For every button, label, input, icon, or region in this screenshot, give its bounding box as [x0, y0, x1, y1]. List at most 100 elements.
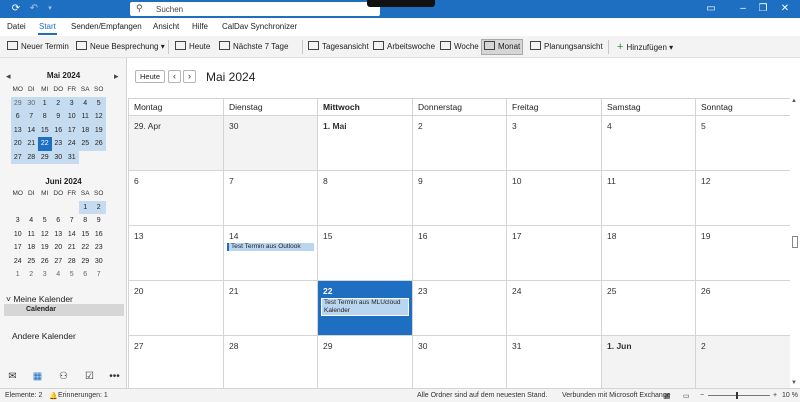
mini-cal-day[interactable]: 26: [38, 255, 52, 269]
mini-cal-day[interactable]: 22: [79, 241, 93, 255]
mini-cal-day[interactable]: 4: [52, 268, 66, 282]
mini-cal-day[interactable]: 16: [92, 228, 106, 242]
mini-cal-day[interactable]: 1: [78, 200, 92, 214]
day-cell[interactable]: 10: [506, 170, 601, 225]
mini-cal-day[interactable]: 27: [11, 150, 25, 164]
day-cell[interactable]: 5: [695, 115, 790, 170]
day-cell[interactable]: 12: [695, 170, 790, 225]
zoom-out-icon[interactable]: −: [700, 392, 704, 399]
day-cell[interactable]: 4: [601, 115, 695, 170]
undo-icon[interactable]: ↶: [28, 3, 40, 15]
mini-cal-day[interactable]: 14: [65, 228, 79, 242]
mini-cal-day[interactable]: 29: [11, 96, 25, 110]
next-7-days-button[interactable]: Nächste 7 Tage: [219, 40, 288, 54]
customize-chevron-icon[interactable]: ▾: [44, 3, 56, 15]
day-cell[interactable]: 14 Test Termin aus Outlook: [223, 225, 317, 280]
restore-icon[interactable]: ❐: [756, 2, 770, 16]
day-cell[interactable]: 7: [223, 170, 317, 225]
today-button[interactable]: Heute: [135, 70, 165, 83]
mini-cal-day[interactable]: 17: [65, 123, 79, 137]
day-cell[interactable]: 20: [128, 280, 223, 335]
day-cell[interactable]: 29. Apr: [128, 115, 223, 170]
mini-cal-day[interactable]: 30: [92, 255, 106, 269]
day-cell[interactable]: 17: [506, 225, 601, 280]
mini-cal-day[interactable]: 20: [11, 137, 25, 151]
day-cell[interactable]: 18: [601, 225, 695, 280]
scroll-thumb[interactable]: [792, 236, 798, 248]
day-cell[interactable]: 28: [223, 335, 317, 390]
scroll-up-icon[interactable]: ▲: [791, 98, 797, 104]
mini-cal-day[interactable]: 27: [52, 255, 66, 269]
today-ribbon-button[interactable]: Heute: [175, 40, 210, 54]
mini-cal-day[interactable]: 30: [51, 150, 65, 164]
mini-cal-day[interactable]: 24: [65, 137, 79, 151]
mini-cal-day[interactable]: 21: [65, 241, 79, 255]
minimize-icon[interactable]: –: [736, 2, 750, 16]
mini-cal-day[interactable]: 8: [79, 214, 93, 228]
mini-cal-day[interactable]: 28: [24, 150, 38, 164]
mini-cal-day[interactable]: 4: [25, 214, 39, 228]
menu-senden-empfangen[interactable]: Senden/Empfangen: [71, 22, 142, 31]
mini-cal-day[interactable]: 18: [78, 123, 92, 137]
mini-cal-day[interactable]: 30: [24, 96, 38, 110]
mini-cal-day[interactable]: 7: [92, 268, 106, 282]
mini-cal-day[interactable]: 23: [51, 137, 65, 151]
mini-cal-day[interactable]: 23: [92, 241, 106, 255]
day-cell[interactable]: 19: [695, 225, 790, 280]
new-appointment-button[interactable]: Neuer Termin: [7, 40, 69, 54]
mini-cal-day[interactable]: 7: [24, 110, 38, 124]
day-cell[interactable]: 25: [601, 280, 695, 335]
mini-cal-day[interactable]: 3: [65, 96, 79, 110]
day-cell[interactable]: 30: [412, 335, 506, 390]
day-cell[interactable]: 3: [506, 115, 601, 170]
mini-cal-day[interactable]: 5: [65, 268, 79, 282]
mini-cal-day[interactable]: 17: [11, 241, 25, 255]
mini-cal-day[interactable]: 14: [24, 123, 38, 137]
mini-cal-day[interactable]: 25: [25, 255, 39, 269]
day-cell[interactable]: 29: [317, 335, 412, 390]
my-calendars-header[interactable]: ˅ Meine Kalender: [6, 294, 73, 304]
mini-cal-day[interactable]: 9: [51, 110, 65, 124]
zoom-slider[interactable]: [708, 395, 770, 396]
mini-cal-day[interactable]: 5: [38, 214, 52, 228]
calendar-nav-icon[interactable]: ▦: [31, 371, 44, 383]
more-icon[interactable]: •••: [108, 371, 121, 383]
mini-cal-day[interactable]: 11: [78, 110, 92, 124]
appointment-event[interactable]: Test Termin aus MLUcloud Kalender: [321, 298, 409, 316]
mini-cal-day[interactable]: 31: [65, 150, 79, 164]
work-week-button[interactable]: Arbeitswoche: [373, 40, 435, 54]
reminders-count[interactable]: Erinnerungen: 1: [58, 392, 108, 399]
day-cell[interactable]: 24: [506, 280, 601, 335]
mini-cal-day[interactable]: 15: [38, 123, 52, 137]
day-cell[interactable]: 16: [412, 225, 506, 280]
menu-datei[interactable]: Datei: [7, 22, 26, 31]
sync-icon[interactable]: ⟳: [10, 3, 22, 15]
menu-hilfe[interactable]: Hilfe: [192, 22, 208, 31]
mini-cal-day[interactable]: 24: [11, 255, 25, 269]
day-cell[interactable]: 23: [412, 280, 506, 335]
mini-cal-day[interactable]: 19: [92, 123, 106, 137]
schedule-view-button[interactable]: Planungsansicht: [530, 40, 603, 54]
prev-arrow-button[interactable]: ‹: [168, 70, 181, 83]
calendar-list-item[interactable]: Calendar: [4, 304, 124, 316]
mini-cal-day[interactable]: 5: [92, 96, 106, 110]
mini-cal-day[interactable]: 7: [65, 214, 79, 228]
next-month-icon[interactable]: ▸: [114, 71, 119, 82]
mini-cal-day[interactable]: 6: [11, 110, 25, 124]
day-cell[interactable]: 31: [506, 335, 601, 390]
day-cell[interactable]: 6: [128, 170, 223, 225]
mini-cal-day[interactable]: 25: [78, 137, 92, 151]
day-cell[interactable]: 26: [695, 280, 790, 335]
day-cell[interactable]: 1. Jun: [601, 335, 695, 390]
mini-cal-day[interactable]: 18: [25, 241, 39, 255]
menu-ansicht[interactable]: Ansicht: [153, 22, 179, 31]
day-cell[interactable]: 2: [695, 335, 790, 390]
mini-cal-day[interactable]: 10: [65, 110, 79, 124]
reading-view-icon[interactable]: ▭: [683, 392, 690, 400]
mail-icon[interactable]: ✉: [6, 371, 19, 383]
mini-cal-day[interactable]: 1: [11, 268, 25, 282]
mini-cal-day[interactable]: 22: [38, 137, 52, 151]
mini-cal-day[interactable]: 3: [38, 268, 52, 282]
month-button[interactable]: Monat: [481, 39, 524, 55]
mini-cal-day[interactable]: 13: [52, 228, 66, 242]
